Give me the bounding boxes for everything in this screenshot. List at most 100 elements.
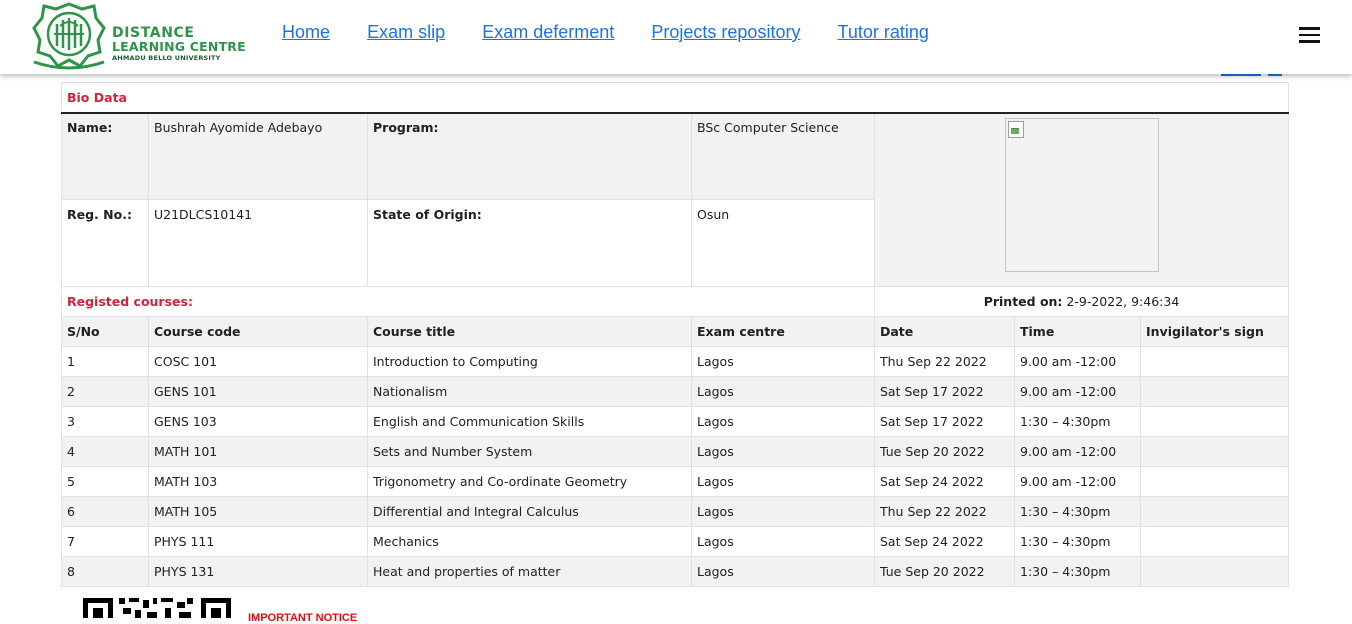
row-sno: 8 [61,556,149,587]
nav-tutor-rating-link[interactable]: Tutor rating [838,22,929,43]
row-time: 1:30 – 4:30pm [1014,496,1141,527]
state-label: State of Origin: [367,199,692,287]
table-row: 5 MATH 103 Trigonometry and Co-ordinate … [61,466,1289,497]
col-date: Date [874,316,1015,347]
row-date: Thu Sep 22 2022 [874,346,1015,377]
row-course-code: GENS 103 [148,406,368,437]
row-invigilator-sign [1140,406,1289,437]
row-exam-centre: Lagos [691,406,875,437]
row-exam-centre: Lagos [691,496,875,527]
logo-line-3: AHMADU BELLO UNIVERSITY [112,54,221,62]
row-time: 1:30 – 4:30pm [1014,556,1141,587]
row-date: Thu Sep 22 2022 [874,496,1015,527]
row-sno: 1 [61,346,149,377]
reg-no-value: U21DLCS10141 [148,199,368,287]
row-invigilator-sign [1140,376,1289,407]
courses-header-row: S/No Course code Course title Exam centr… [61,316,1289,347]
row-exam-centre: Lagos [691,556,875,587]
table-row: 6 MATH 105 Differential and Integral Cal… [61,496,1289,527]
row-sno: 7 [61,526,149,557]
program-label: Program: [367,112,692,200]
row-time: 9.00 am -12:00 [1014,436,1141,467]
nav-projects-repository-link[interactable]: Projects repository [651,22,800,43]
reg-no-label: Reg. No.: [61,199,149,287]
registered-courses-row: Registed courses: Printed on: 2-9-2022, … [61,286,1289,317]
important-notice-title: IMPORTANT NOTICE [248,612,358,624]
row-course-title: Heat and properties of matter [367,556,692,587]
bio-data-title: Bio Data [61,82,1289,114]
row-date: Tue Sep 20 2022 [874,436,1015,467]
dlc-logo[interactable]: DISTANCE LEARNING CENTRE AHMADU BELLO UN… [30,0,250,70]
printed-on-label: Printed on: [983,294,1063,309]
row-course-title: Trigonometry and Co-ordinate Geometry [367,466,692,497]
row-date: Sat Sep 17 2022 [874,376,1015,407]
row-sno: 3 [61,406,149,437]
row-course-code: MATH 103 [148,466,368,497]
name-label: Name: [61,112,149,200]
row-sno: 2 [61,376,149,407]
row-course-title: Differential and Integral Calculus [367,496,692,527]
table-row: 4 MATH 101 Sets and Number System Lagos … [61,436,1289,467]
registered-courses-title: Registed courses: [61,286,875,317]
broken-image-icon [1007,121,1024,138]
row-course-title: English and Communication Skills [367,406,692,437]
qr-code-icon [83,598,231,618]
exam-slip-table: Bio Data Name: Bushrah Ayomide Adebayo P… [61,82,1289,587]
printed-on: Printed on: 2-9-2022, 9:46:34 [874,286,1289,317]
student-photo [1004,118,1159,272]
nav-exam-slip-link[interactable]: Exam slip [367,22,445,43]
row-date: Sat Sep 17 2022 [874,406,1015,437]
student-photo-cell [874,112,1289,287]
row-invigilator-sign [1140,526,1289,557]
col-time: Time [1014,316,1141,347]
main-nav: Home Exam slip Exam deferment Projects r… [282,22,961,43]
nav-exam-deferment-link[interactable]: Exam deferment [482,22,614,43]
col-sno: S/No [61,316,149,347]
row-invigilator-sign [1140,556,1289,587]
row-course-title: Introduction to Computing [367,346,692,377]
row-date: Tue Sep 20 2022 [874,556,1015,587]
row-sno: 6 [61,496,149,527]
table-row: 3 GENS 103 English and Communication Ski… [61,406,1289,437]
row-sno: 4 [61,436,149,467]
row-time: 1:30 – 4:30pm [1014,526,1141,557]
col-exam-centre: Exam centre [691,316,875,347]
row-course-code: COSC 101 [148,346,368,377]
row-time: 9.00 am -12:00 [1014,466,1141,497]
table-row: 2 GENS 101 Nationalism Lagos Sat Sep 17 … [61,376,1289,407]
bio-data-header-row: Bio Data [61,82,1289,114]
row-date: Sat Sep 24 2022 [874,526,1015,557]
abu-crest-icon [32,2,106,70]
table-row: 1 COSC 101 Introduction to Computing Lag… [61,346,1289,377]
row-exam-centre: Lagos [691,436,875,467]
row-course-code: MATH 105 [148,496,368,527]
row-course-title: Nationalism [367,376,692,407]
row-course-title: Sets and Number System [367,436,692,467]
row-course-code: MATH 101 [148,436,368,467]
state-value: Osun [691,199,875,287]
row-course-code: PHYS 111 [148,526,368,557]
col-course-title: Course title [367,316,692,347]
nav-home-link[interactable]: Home [282,22,330,43]
row-invigilator-sign [1140,466,1289,497]
program-value: BSc Computer Science [691,112,875,200]
row-time: 1:30 – 4:30pm [1014,406,1141,437]
row-exam-centre: Lagos [691,466,875,497]
row-exam-centre: Lagos [691,346,875,377]
col-course-code: Course code [148,316,368,347]
row-exam-centre: Lagos [691,376,875,407]
row-invigilator-sign [1140,436,1289,467]
table-row: 8 PHYS 131 Heat and properties of matter… [61,556,1289,587]
row-time: 9.00 am -12:00 [1014,346,1141,377]
hamburger-menu-icon[interactable] [1299,27,1320,43]
name-value: Bushrah Ayomide Adebayo [148,112,368,200]
bio-row-name: Name: Bushrah Ayomide Adebayo Program: B… [61,112,1289,287]
top-navbar: DISTANCE LEARNING CENTRE AHMADU BELLO UN… [0,0,1352,74]
row-course-code: PHYS 131 [148,556,368,587]
row-time: 9.00 am -12:00 [1014,376,1141,407]
logo-line-2: LEARNING CENTRE [112,39,246,54]
row-exam-centre: Lagos [691,526,875,557]
table-row: 7 PHYS 111 Mechanics Lagos Sat Sep 24 20… [61,526,1289,557]
row-course-code: GENS 101 [148,376,368,407]
row-date: Sat Sep 24 2022 [874,466,1015,497]
